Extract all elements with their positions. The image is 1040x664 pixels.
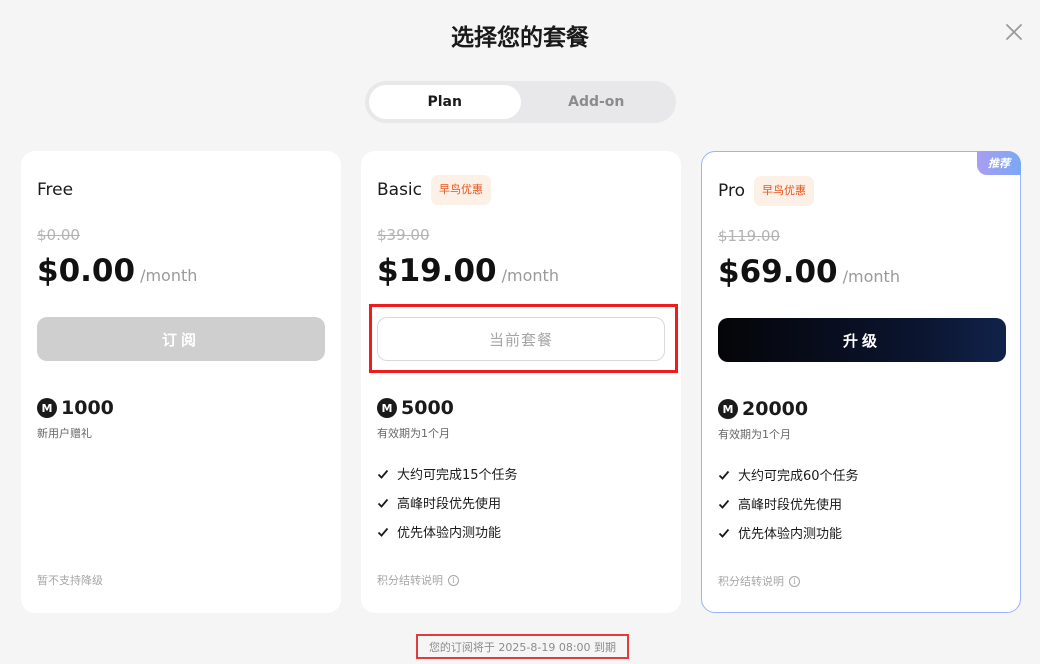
check-icon xyxy=(377,527,389,537)
plan-card-pro: 推荐 Pro 早鸟优惠 $119.00 $69.00 /month 升级 M 2… xyxy=(701,151,1021,613)
plan-card-free: Free $0.00 $0.00 /month 订阅 M 1000 新用户赠礼 … xyxy=(21,151,341,613)
upgrade-button[interactable]: 升级 xyxy=(718,318,1006,362)
subscribe-button[interactable]: 订阅 xyxy=(37,317,325,361)
credit-amount: 20000 xyxy=(742,398,809,420)
current-plan-button[interactable]: 当前套餐 xyxy=(377,317,665,361)
price-unit: /month xyxy=(501,266,559,285)
check-icon xyxy=(718,499,730,509)
tab-add-on[interactable]: Add-on xyxy=(521,85,673,119)
close-icon[interactable] xyxy=(1002,20,1026,44)
feature-text: 大约可完成60个任务 xyxy=(738,469,859,484)
downgrade-note-text: 暂不支持降级 xyxy=(37,574,103,587)
plan-card-basic: Basic 早鸟优惠 $39.00 $19.00 /month 当前套餐 M 5… xyxy=(361,151,681,613)
price-unit: /month xyxy=(842,267,900,286)
credit-coin-icon: M xyxy=(377,398,397,418)
check-icon xyxy=(718,470,730,480)
expiry-notice: 您的订阅将于 2025-8-19 08:00 到期 xyxy=(416,634,629,659)
credit-coin-icon: M xyxy=(37,398,57,418)
original-price: $119.00 xyxy=(718,227,781,245)
info-icon[interactable]: i xyxy=(448,574,459,586)
list-item: 高峰时段优先使用 xyxy=(718,489,859,518)
credit-amount: 5000 xyxy=(401,397,454,419)
plan-name: Basic xyxy=(377,180,423,200)
list-item: 优先体验内测功能 xyxy=(718,518,859,547)
recommended-badge: 推荐 xyxy=(977,151,1021,175)
list-item: 优先体验内测功能 xyxy=(377,517,518,546)
feature-text: 优先体验内测功能 xyxy=(738,527,843,542)
credit-amount: 1000 xyxy=(61,397,114,419)
plan-tabs: Plan Add-on xyxy=(365,81,676,123)
plan-name: Pro xyxy=(718,181,745,201)
check-icon xyxy=(377,498,389,508)
carryover-link[interactable]: 积分结转说明 i xyxy=(377,572,459,588)
price: $19.00 xyxy=(377,253,497,289)
plan-name: Free xyxy=(37,180,74,200)
feature-list: 大约可完成60个任务 高峰时段优先使用 优先体验内测功能 xyxy=(718,460,859,547)
original-price: $39.00 xyxy=(377,226,430,244)
feature-text: 高峰时段优先使用 xyxy=(738,498,843,513)
promo-badge: 早鸟优惠 xyxy=(431,175,492,205)
promo-badge: 早鸟优惠 xyxy=(753,176,814,206)
tab-plan[interactable]: Plan xyxy=(369,85,521,119)
list-item: 大约可完成60个任务 xyxy=(718,460,859,489)
carryover-link-text[interactable]: 积分结转说明 xyxy=(377,572,443,588)
feature-text: 大约可完成15个任务 xyxy=(397,468,518,483)
list-item: 大约可完成15个任务 xyxy=(377,459,518,488)
price-unit: /month xyxy=(140,266,198,285)
original-price: $0.00 xyxy=(37,226,80,244)
carryover-link[interactable]: 积分结转说明 i xyxy=(718,573,800,589)
credit-note: 有效期为1个月 xyxy=(377,427,450,440)
page-title: 选择您的套餐 xyxy=(451,25,589,51)
credit-note: 有效期为1个月 xyxy=(718,428,791,441)
price: $69.00 xyxy=(718,254,838,290)
credit-note: 新用户赠礼 xyxy=(37,427,92,440)
credit-coin-icon: M xyxy=(718,399,738,419)
downgrade-note: 暂不支持降级 xyxy=(37,572,103,588)
feature-list: 大约可完成15个任务 高峰时段优先使用 优先体验内测功能 xyxy=(377,459,518,546)
info-icon[interactable]: i xyxy=(789,575,800,587)
price: $0.00 xyxy=(37,253,136,289)
feature-text: 高峰时段优先使用 xyxy=(397,497,502,512)
feature-text: 优先体验内测功能 xyxy=(397,526,502,541)
carryover-link-text[interactable]: 积分结转说明 xyxy=(718,573,784,589)
check-icon xyxy=(718,528,730,538)
list-item: 高峰时段优先使用 xyxy=(377,488,518,517)
check-icon xyxy=(377,469,389,479)
